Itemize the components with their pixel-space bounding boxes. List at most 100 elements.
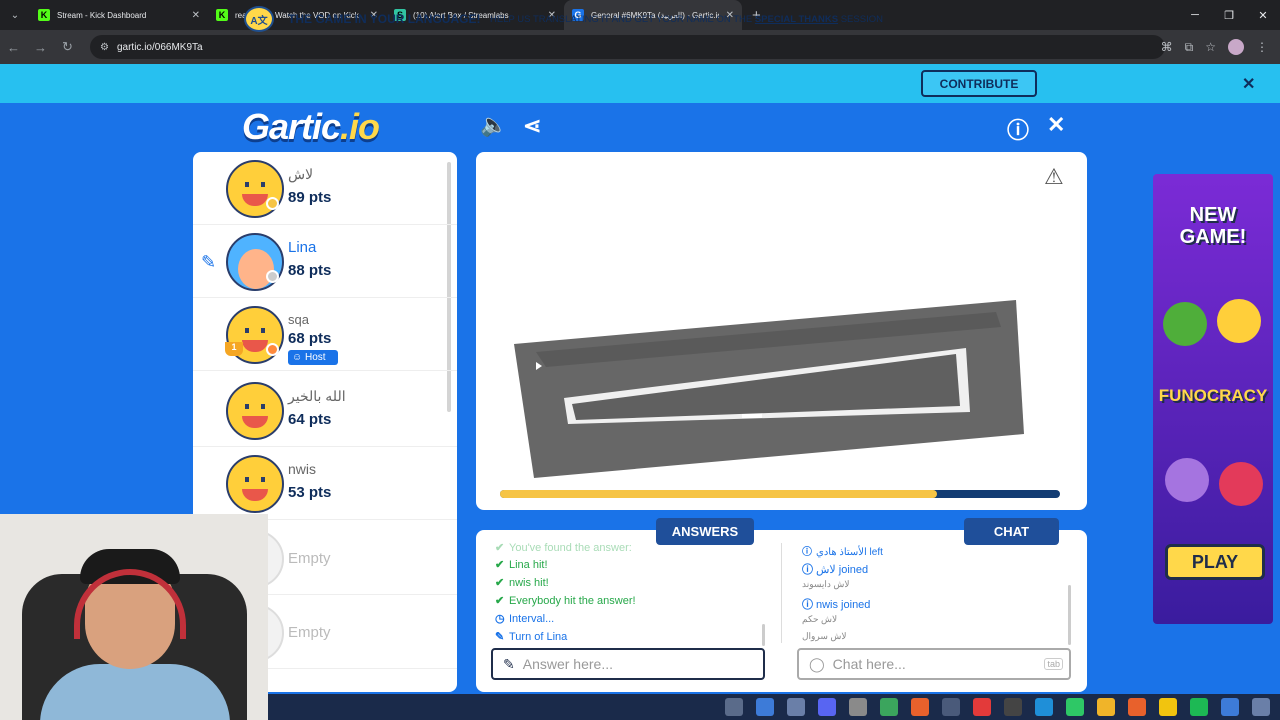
pencil-icon: ✎ — [495, 631, 505, 643]
report-warning-icon[interactable]: ⚠ — [1044, 164, 1064, 190]
player-name: sqa — [288, 312, 309, 327]
ad-title: NEW GAME! — [1153, 204, 1273, 248]
answer-message: ◷ Interval... — [495, 612, 554, 625]
taskbar-app-icon[interactable] — [787, 698, 805, 716]
message-text: Everybody hit the answer! — [509, 595, 636, 607]
player-avatar — [226, 455, 284, 513]
player-row: 1 sqa 68 pts ☺ Host — [193, 298, 457, 371]
message-text: You've found the answer: — [509, 542, 632, 554]
advertisement-banner[interactable]: NEW GAME! FUNOCRACY PLAY — [1153, 174, 1273, 624]
translate-icon[interactable]: ⌘ — [1161, 40, 1173, 54]
answers-tab[interactable]: ANSWERS — [656, 518, 754, 545]
browser-menu-icon[interactable]: ⋮ — [1256, 40, 1268, 54]
chat-input[interactable]: ◯ Chat here... tab — [797, 648, 1071, 680]
taskbar-app-icon[interactable] — [880, 698, 898, 716]
back-icon[interactable]: ← — [0, 40, 27, 55]
taskbar-app-icon[interactable] — [1159, 698, 1177, 716]
player-name: الله بالخير — [288, 388, 346, 404]
chat-scrollbar[interactable] — [1068, 585, 1071, 645]
check-icon: ✔ — [495, 577, 505, 589]
webcam-overlay — [0, 514, 268, 720]
banner-text: HELP US TRANSLATING IT AND GET YOUR NAME… — [490, 14, 883, 25]
banner-close-icon[interactable]: ✕ — [1242, 74, 1255, 94]
thumbs-up-icon — [1163, 302, 1207, 346]
drawing-svg — [514, 300, 1024, 478]
round-timer-fill — [500, 490, 937, 498]
ad-character — [1217, 299, 1261, 343]
profile-avatar[interactable] — [1228, 39, 1244, 55]
exit-icon[interactable]: ✕ — [1047, 112, 1065, 138]
taskbar-app-icon[interactable] — [1097, 698, 1115, 716]
taskbar-app-icon[interactable] — [756, 698, 774, 716]
message-text: لاش joined — [816, 564, 869, 576]
ad-play-button[interactable]: PLAY — [1165, 544, 1265, 580]
drawing-canvas[interactable] — [476, 152, 1087, 510]
window-close-icon[interactable]: ✕ — [1246, 0, 1280, 30]
forward-icon[interactable]: → — [27, 40, 54, 55]
taskbar-app-icon[interactable] — [1221, 698, 1239, 716]
ad-character — [1165, 458, 1209, 502]
empty-label: Empty — [288, 624, 331, 641]
language-icon: A文 — [244, 6, 274, 32]
tab-hint: tab — [1044, 658, 1063, 670]
taskbar-app-icon[interactable] — [911, 698, 929, 716]
taskbar-app-icon[interactable] — [1004, 698, 1022, 716]
player-points: 68 pts — [288, 330, 332, 347]
chat-bubble-icon: ◯ — [809, 655, 825, 672]
player-avatar — [226, 382, 284, 440]
taskbar-app-icon[interactable] — [818, 698, 836, 716]
message-text: الأستاذ هادي left — [816, 547, 883, 558]
sound-icon[interactable]: 🔈 — [480, 112, 507, 138]
taskbar-app-icon[interactable] — [973, 698, 991, 716]
answer-message: ✎ Turn of Lina — [495, 630, 567, 643]
player-points: 53 pts — [288, 484, 332, 501]
taskbar-app-icon[interactable] — [1035, 698, 1053, 716]
tab-close-icon[interactable]: ✕ — [192, 10, 200, 21]
clock-icon: ◷ — [495, 613, 505, 625]
bookmark-star-icon[interactable]: ☆ — [1205, 40, 1216, 54]
check-icon: ✔ — [495, 559, 505, 571]
install-icon[interactable]: ⧉ — [1185, 40, 1194, 55]
taskbar-app-icon[interactable] — [725, 698, 743, 716]
share-icon[interactable]: ⋖ — [523, 113, 541, 139]
maximize-icon[interactable]: ❐ — [1212, 0, 1246, 30]
reload-icon[interactable]: ↻ — [54, 39, 81, 55]
gartic-logo: Gartic.io — [242, 106, 380, 148]
player-points: 88 pts — [288, 262, 332, 279]
ad-title-line: NEW — [1189, 204, 1237, 226]
player-row: الله بالخير 64 pts — [193, 374, 457, 447]
message-text: Lina hit! — [509, 559, 548, 571]
os-taskbar — [268, 694, 1280, 720]
url-field[interactable]: ⚙ gartic.io/066MK9Ta — [90, 35, 1165, 59]
window-controls: ─ ❐ ✕ — [1178, 0, 1280, 30]
info-icon[interactable]: ⓘ — [1007, 113, 1029, 145]
contribute-button[interactable]: CONTRIBUTE — [921, 70, 1037, 97]
trophy-icon: 1 — [225, 342, 243, 356]
answers-scrollbar[interactable] — [762, 624, 765, 646]
taskbar-app-icon[interactable] — [1128, 698, 1146, 716]
taskbar-app-icon[interactable] — [1190, 698, 1208, 716]
status-dot — [266, 270, 279, 283]
status-dot — [266, 197, 279, 210]
browser-tab[interactable]: K Stream - Kick Dashboard ✕ — [30, 0, 208, 30]
status-dot — [266, 343, 279, 356]
taskbar-app-icon[interactable] — [849, 698, 867, 716]
chat-message: لاش سروال — [802, 631, 847, 641]
chat-tab[interactable]: CHAT — [964, 518, 1059, 545]
answer-input[interactable]: ✎ Answer here... — [491, 648, 765, 680]
chat-placeholder: Chat here... — [832, 656, 906, 672]
special-thanks-link[interactable]: SPECIAL THANKS — [755, 14, 838, 25]
taskbar-app-icon[interactable] — [1252, 698, 1270, 716]
chat-message: ⓘ nwis joined — [802, 599, 871, 611]
host-label: Host — [305, 352, 326, 363]
player-points: 64 pts — [288, 411, 332, 428]
drawing-stroke — [742, 414, 762, 418]
message-text: nwis joined — [816, 599, 871, 611]
tab-search-icon[interactable]: ⌄ — [0, 0, 30, 30]
host-badge: ☺ Host — [288, 350, 338, 365]
ad-character — [1219, 462, 1263, 506]
taskbar-app-icon[interactable] — [942, 698, 960, 716]
taskbar-app-icon[interactable] — [1066, 698, 1084, 716]
site-info-icon[interactable]: ⚙ — [100, 42, 109, 53]
minimize-icon[interactable]: ─ — [1178, 0, 1212, 30]
